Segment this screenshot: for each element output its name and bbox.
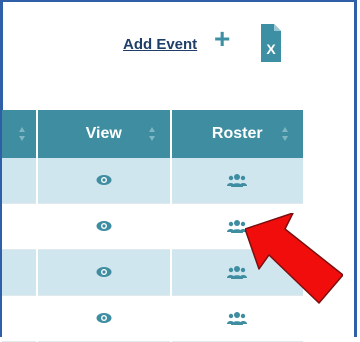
view-cell[interactable] xyxy=(37,295,172,342)
eye-icon[interactable] xyxy=(96,174,112,186)
sort-icon[interactable] xyxy=(148,126,156,142)
column-header-roster[interactable]: Roster xyxy=(170,110,305,158)
eye-icon[interactable] xyxy=(96,312,112,324)
column-header-previous[interactable] xyxy=(2,110,38,158)
column-header-view[interactable]: View xyxy=(37,110,172,158)
users-icon[interactable] xyxy=(227,173,248,188)
table-row xyxy=(2,158,305,204)
table-cell-stub xyxy=(2,158,38,204)
roster-cell[interactable] xyxy=(170,158,305,204)
table-cell-stub xyxy=(2,295,38,342)
eye-icon[interactable] xyxy=(96,266,112,278)
sort-icon[interactable] xyxy=(281,126,289,142)
table-cell-stub xyxy=(2,203,38,250)
view-cell[interactable] xyxy=(37,249,172,296)
users-icon[interactable] xyxy=(227,311,248,326)
red-arrow-icon xyxy=(245,213,343,304)
view-cell[interactable] xyxy=(37,203,172,250)
sort-icon[interactable] xyxy=(18,126,26,142)
eye-icon[interactable] xyxy=(96,220,112,232)
table-cell-stub xyxy=(2,249,38,296)
svg-text:X: X xyxy=(266,41,276,57)
add-event-link[interactable]: Add Event xyxy=(123,36,197,53)
excel-export-icon[interactable]: X xyxy=(261,24,281,62)
plus-icon[interactable]: + xyxy=(214,25,236,53)
view-cell[interactable] xyxy=(37,158,172,204)
